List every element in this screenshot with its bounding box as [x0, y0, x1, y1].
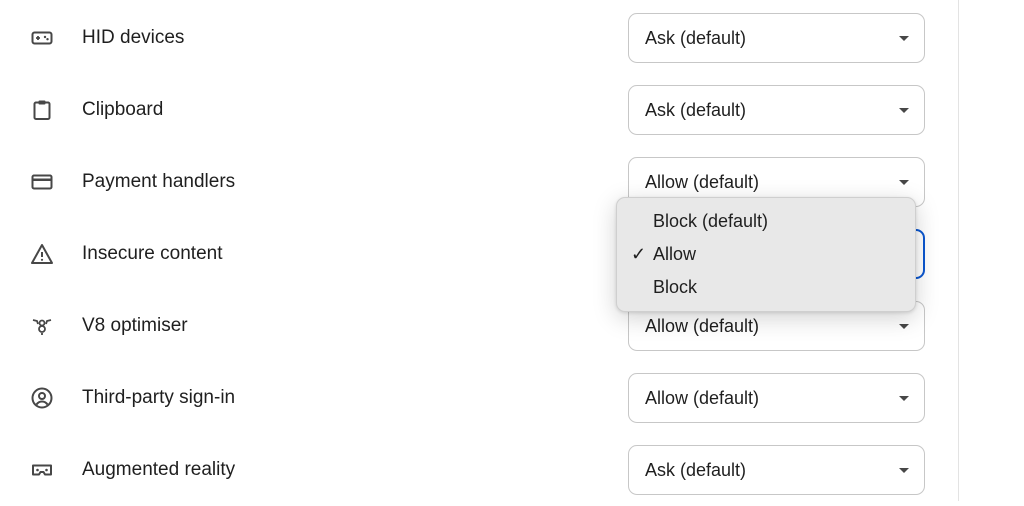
site-settings-content: HID devices Ask (default) Clipboard Ask … — [0, 0, 958, 501]
credit-card-icon — [30, 170, 54, 194]
select-value: Ask (default) — [645, 100, 747, 120]
menu-option-allow[interactable]: ✓ Allow — [617, 238, 915, 271]
setting-label: Augmented reality — [82, 459, 236, 480]
select-value: Ask (default) — [645, 460, 747, 480]
setting-label: Third-party sign-in — [82, 387, 236, 408]
setting-label: Clipboard — [82, 99, 164, 120]
setting-row-third-party-sign-in: Third-party sign-in Allow (default) — [0, 362, 958, 434]
select-value: Allow (default) — [645, 388, 760, 408]
clipboard-select[interactable]: Ask (default) — [628, 85, 925, 135]
clipboard-icon — [30, 98, 54, 122]
caret-down-icon — [899, 108, 909, 113]
menu-option-block-default[interactable]: Block (default) — [617, 205, 915, 238]
page-side-gutter — [958, 0, 1024, 501]
third-party-sign-in-select[interactable]: Allow (default) — [628, 373, 925, 423]
caret-down-icon — [899, 396, 909, 401]
checkmark-icon: ✓ — [631, 244, 647, 264]
setting-label: Insecure content — [82, 243, 223, 264]
caret-down-icon — [899, 324, 909, 329]
account-circle-icon — [30, 386, 54, 410]
caret-down-icon — [899, 180, 909, 185]
select-value: Ask (default) — [645, 28, 747, 48]
setting-label: Payment handlers — [82, 171, 236, 192]
setting-row-clipboard: Clipboard Ask (default) — [0, 74, 958, 146]
v8-icon — [30, 314, 54, 338]
hid-devices-select[interactable]: Ask (default) — [628, 13, 925, 63]
insecure-content-dropdown-menu: Block (default) ✓ Allow Block — [616, 197, 916, 312]
menu-option-block[interactable]: Block — [617, 271, 915, 304]
augmented-reality-select[interactable]: Ask (default) — [628, 445, 925, 495]
caret-down-icon — [899, 468, 909, 473]
setting-label: HID devices — [82, 27, 185, 48]
gamepad-icon — [30, 26, 54, 50]
setting-label: V8 optimiser — [82, 315, 188, 336]
warning-icon — [30, 242, 54, 266]
setting-row-augmented-reality: Augmented reality Ask (default) — [0, 434, 958, 506]
caret-down-icon — [899, 36, 909, 41]
setting-row-hid-devices: HID devices Ask (default) — [0, 2, 958, 74]
vr-headset-icon — [30, 458, 54, 482]
